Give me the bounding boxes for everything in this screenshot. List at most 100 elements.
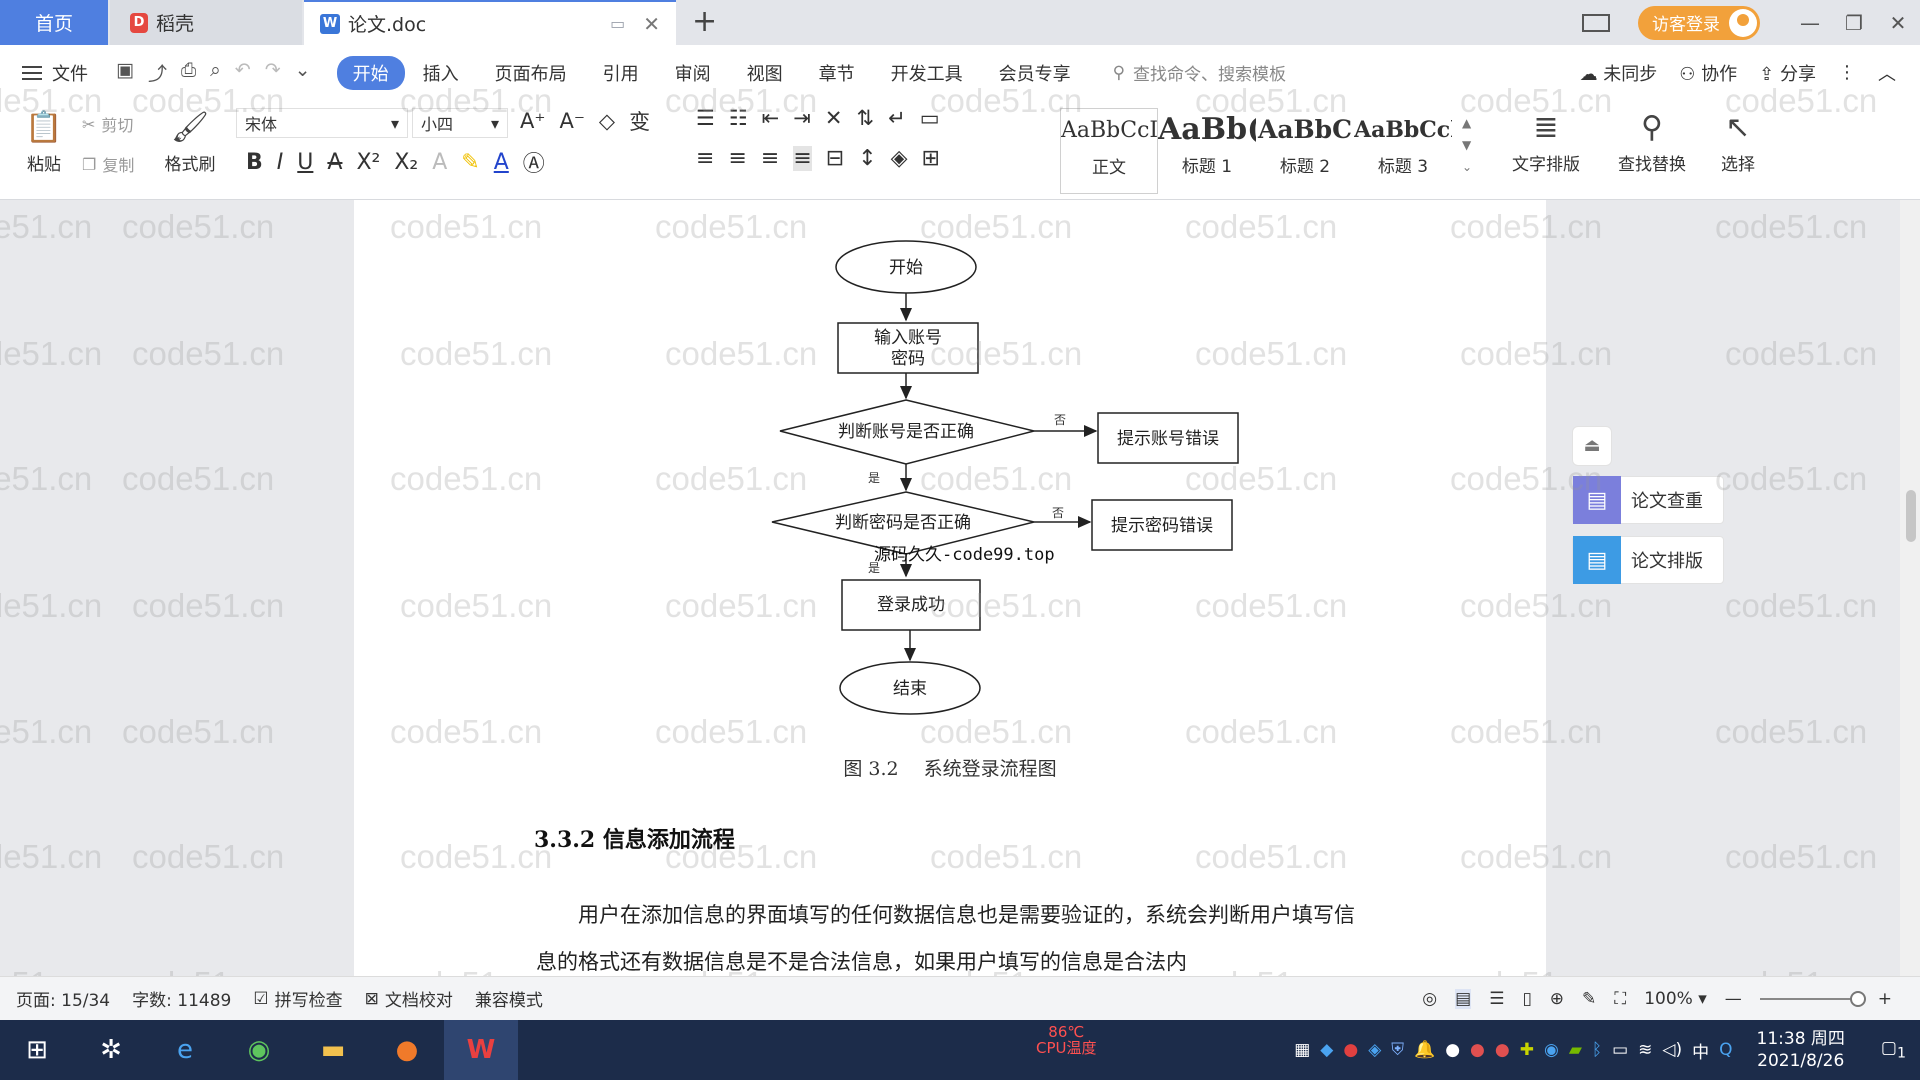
tab-insert[interactable]: 插入 (405, 60, 477, 86)
tab-view[interactable]: 视图 (729, 60, 801, 86)
bold-icon[interactable]: B (246, 150, 263, 175)
tab-daoke[interactable]: D 稻壳 (110, 0, 302, 45)
paste-button[interactable]: 📋 粘贴 (16, 106, 72, 175)
eraser-icon[interactable]: ◇ (599, 109, 615, 133)
tab-chapter[interactable]: 章节 (801, 60, 873, 86)
scroll-thumb[interactable] (1906, 490, 1916, 542)
style-heading-1[interactable]: AaBb( 标题 1 (1158, 108, 1256, 194)
save-icon[interactable]: ▣ (116, 59, 134, 86)
wifi-icon[interactable]: ≋ (1638, 1040, 1652, 1060)
highlight-icon[interactable]: ✎ (461, 150, 479, 175)
proofread-button[interactable]: ⊠ 文档校对 (365, 986, 453, 1012)
undo-icon[interactable]: ↶ (235, 59, 251, 86)
new-tab-button[interactable]: + (692, 4, 717, 39)
notification-icon[interactable]: ▢1 (1881, 1038, 1906, 1061)
pinwheel-app[interactable]: ✲ (74, 1020, 148, 1080)
ruler-icon[interactable]: ▭ (920, 106, 940, 130)
select-button[interactable]: ↖ 选择 (1710, 106, 1766, 175)
page-indicator[interactable]: 页面: 15/34 (16, 986, 110, 1011)
input-method-icon[interactable]: Q (1719, 1040, 1732, 1060)
monitor-icon[interactable]: ▭ (610, 14, 625, 33)
tray-app-icon[interactable]: ◈ (1368, 1040, 1381, 1060)
superscript-icon[interactable]: X² (356, 150, 380, 175)
print-icon[interactable]: ⎙ (181, 59, 196, 86)
edit-pen-icon[interactable]: ✎ (1582, 989, 1596, 1009)
layout-icon[interactable] (1582, 13, 1610, 32)
zoom-slider-knob[interactable] (1849, 991, 1866, 1007)
tab-member[interactable]: 会员专享 (981, 60, 1089, 86)
share-button[interactable]: ⇪ 分享 (1759, 60, 1816, 86)
web-view-icon[interactable]: ⊕ (1550, 989, 1564, 1009)
shield-icon[interactable]: ⛨ (1391, 1040, 1404, 1060)
tab-close-icon[interactable]: ✕ (643, 12, 660, 36)
tray-app-icon[interactable]: ◉ (1544, 1040, 1559, 1060)
fit-page-icon[interactable]: ⛶ (1614, 989, 1626, 1009)
clock[interactable]: 11:38 周四 2021/8/26 (1757, 1028, 1845, 1072)
zoom-in-icon[interactable]: + (1878, 989, 1892, 1009)
file-menu[interactable]: 文件 (22, 60, 88, 86)
tray-app-icon[interactable]: ◆ (1320, 1040, 1333, 1060)
command-search[interactable]: ⚲ 查找命令、搜索模板 (1113, 60, 1286, 86)
collapse-ribbon-icon[interactable]: ︿ (1878, 60, 1896, 86)
paper-check-button[interactable]: ▤ 论文查重 (1572, 476, 1724, 524)
bullet-list-icon[interactable]: ☰ (696, 106, 715, 130)
zoom-slider[interactable] (1759, 991, 1866, 1007)
reading-view-icon[interactable]: ▯ (1522, 989, 1531, 1009)
word-count[interactable]: 字数: 11489 (132, 986, 231, 1011)
shading-icon[interactable]: ◈ (891, 146, 908, 171)
browser-app[interactable]: ◉ (222, 1020, 296, 1080)
tab-home[interactable]: 首页 (0, 0, 108, 45)
tab-page-layout[interactable]: 页面布局 (477, 60, 585, 86)
more-icon[interactable]: ⋮ (1838, 62, 1856, 83)
battery-icon[interactable]: ▭ (1612, 1040, 1628, 1060)
ime-indicator[interactable]: 中 (1692, 1038, 1709, 1063)
bell-icon[interactable]: 🔔 (1414, 1040, 1435, 1060)
start-button[interactable]: ⊞ (0, 1020, 74, 1080)
spell-check-button[interactable]: ☑ 拼写检查 (253, 986, 342, 1012)
explorer-app[interactable]: ▬ (296, 1020, 370, 1080)
grow-font-icon[interactable]: A⁺ (520, 109, 545, 133)
qq-icon[interactable]: ● (1445, 1040, 1460, 1060)
sync-button[interactable]: ☁ 未同步 (1580, 60, 1658, 86)
align-left-icon[interactable]: ≡ (696, 146, 714, 171)
font-name-select[interactable]: 宋体 ▾ (236, 108, 408, 138)
tab-developer[interactable]: 开发工具 (873, 60, 981, 86)
copy-button[interactable]: ❐ 复制 (82, 152, 134, 176)
zoom-out-icon[interactable]: — (1725, 989, 1742, 1009)
volume-icon[interactable]: ◁) (1662, 1040, 1682, 1060)
justify-icon[interactable]: ≡ (793, 146, 812, 171)
line-spacing-icon[interactable]: ↕ (858, 146, 876, 171)
distribute-icon[interactable]: ⊟ (826, 146, 844, 171)
style-heading-3[interactable]: AaBbCcl 标题 3 (1354, 108, 1452, 194)
increase-indent-icon[interactable]: ⇥ (793, 106, 811, 130)
style-heading-2[interactable]: AaBbC 标题 2 (1256, 108, 1354, 194)
text-effect-icon[interactable]: A (432, 150, 447, 175)
window-close-button[interactable]: ✕ (1876, 11, 1920, 35)
subscript-icon[interactable]: X₂ (394, 150, 418, 175)
numbered-list-icon[interactable]: ☷ (729, 106, 748, 130)
italic-icon[interactable]: I (277, 150, 284, 175)
export-icon[interactable]: ⤴ (148, 59, 167, 86)
style-normal[interactable]: AaBbCcI 正文 (1060, 108, 1158, 194)
tray-app-icon[interactable]: ● (1470, 1040, 1485, 1060)
tray-app-icon[interactable]: ● (1495, 1040, 1510, 1060)
bluetooth-icon[interactable]: ᛒ (1592, 1040, 1602, 1060)
paper-layout-button[interactable]: ▤ 论文排版 (1572, 536, 1724, 584)
font-color-icon[interactable]: A (494, 150, 509, 175)
underline-icon[interactable]: U (297, 150, 313, 175)
align-right-icon[interactable]: ≡ (761, 146, 779, 171)
tab-review[interactable]: 审阅 (657, 60, 729, 86)
redo-icon[interactable]: ↷ (265, 59, 281, 86)
nvidia-icon[interactable]: ▰ (1569, 1040, 1582, 1060)
borders-icon[interactable]: ⊞ (922, 146, 940, 171)
strikethrough-icon[interactable]: A (327, 150, 342, 175)
tab-document[interactable]: W 论文.doc ▭ ✕ (304, 0, 676, 45)
format-painter-button[interactable]: 🖌 格式刷 (160, 106, 220, 175)
game-app[interactable]: ● (370, 1020, 444, 1080)
cut-button[interactable]: ✂ 剪切 (82, 112, 133, 136)
page-view-icon[interactable]: ▤ (1455, 989, 1472, 1009)
chinese-layout-icon[interactable]: ✕ (825, 106, 843, 130)
minimize-button[interactable]: — (1788, 11, 1832, 35)
align-center-icon[interactable]: ≡ (728, 146, 746, 171)
outline-view-icon[interactable]: ☰ (1489, 989, 1504, 1009)
